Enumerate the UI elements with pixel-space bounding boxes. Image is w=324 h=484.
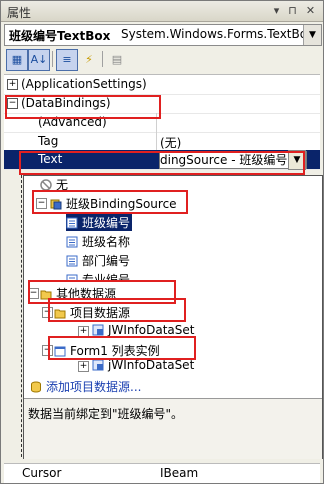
tree-item-field[interactable]: 部门编号 [66, 252, 130, 269]
field-icon [66, 255, 78, 267]
property-pages-icon[interactable]: ▤ [106, 49, 128, 71]
row-value[interactable]: IBeam [160, 466, 198, 480]
description-text: 数据当前绑定到"班级编号"。 [28, 407, 184, 421]
add-link-label: 添加项目数据源... [46, 380, 142, 394]
row-cursor[interactable]: Cursor IBeam [4, 463, 320, 483]
title-bar: 属性 ▾ ⊓ ✕ [1, 1, 323, 22]
tree-label: 班级名称 [82, 235, 131, 249]
tree-item-field[interactable]: 班级名称 [66, 233, 130, 250]
database-icon [31, 381, 41, 393]
row-label: (ApplicationSettings) [21, 77, 147, 91]
binding-dropdown: 无 − 班级BindingSource 班级编号 班级名称 部门编号 专业编号 … [23, 175, 323, 459]
field-icon [66, 217, 78, 229]
field-icon [66, 236, 78, 248]
dataset-icon [92, 324, 104, 336]
sort-alpha-icon[interactable]: A↓ [28, 49, 50, 71]
highlight-box [48, 298, 186, 322]
row-label: Cursor [22, 466, 62, 480]
object-name: 班级编号TextBox [9, 29, 111, 43]
dropdown-icon[interactable]: ▾ [269, 3, 284, 18]
add-project-data-source-link[interactable]: 添加项目数据源... [30, 378, 141, 395]
expand-icon[interactable]: + [7, 79, 18, 90]
description-panel: 数据当前绑定到"班级编号"。 [24, 398, 322, 459]
highlight-box [48, 336, 196, 360]
highlight-box [5, 95, 161, 119]
tree-item-form-dataset[interactable]: jWInfoDataSet [92, 358, 194, 375]
row-value[interactable]: (无) [160, 134, 181, 151]
categorized-icon[interactable]: ▦ [6, 49, 28, 71]
tree-label: 班级编号 [82, 216, 131, 230]
close-icon[interactable]: ✕ [303, 3, 318, 18]
row-tag[interactable]: Tag (无) [4, 132, 320, 152]
highlight-box [19, 151, 305, 175]
tree-label: jWInfoDataSet [108, 358, 195, 372]
binding-tree: 无 − 班级BindingSource 班级编号 班级名称 部门编号 专业编号 … [24, 176, 322, 374]
chevron-down-icon[interactable]: ▼ [303, 25, 321, 45]
object-type: System.Windows.Forms.TextBox [121, 27, 314, 41]
drag-edge [7, 175, 22, 457]
pin-icon[interactable]: ⊓ [285, 3, 300, 18]
window-title: 属性 [7, 6, 32, 20]
tree-label: JWInfoDataSet [108, 323, 195, 337]
row-label: Tag [38, 134, 59, 148]
row-application-settings[interactable]: + (ApplicationSettings) [4, 75, 320, 95]
events-icon[interactable]: ⚡ [78, 49, 100, 71]
object-selector[interactable]: 班级编号TextBox System.Windows.Forms.TextBox… [4, 24, 322, 46]
properties-window: 属性 ▾ ⊓ ✕ 班级编号TextBox System.Windows.Form… [0, 0, 324, 484]
dataset-icon [92, 359, 104, 371]
toolbar: ▦ A↓ ≡ ⚡ ▤ [4, 47, 320, 71]
highlight-box [32, 190, 188, 214]
tree-item-field-selected[interactable]: 班级编号 [66, 214, 133, 231]
expand-icon[interactable]: + [78, 361, 89, 372]
tree-label: 部门编号 [82, 254, 131, 268]
properties-icon[interactable]: ≡ [56, 49, 78, 71]
